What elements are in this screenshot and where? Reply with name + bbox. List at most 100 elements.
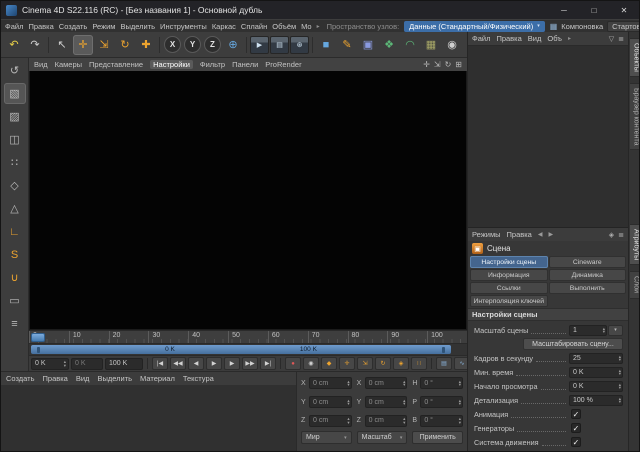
preview-start-field[interactable]: 0 K (569, 381, 623, 392)
current-frame-field[interactable]: 0 K (31, 358, 69, 370)
fps-field[interactable]: 25 (569, 353, 623, 364)
minimize-button[interactable]: ─ (549, 1, 579, 19)
om-menu-file[interactable]: Файл (472, 34, 490, 43)
stepper-icon[interactable] (347, 417, 349, 424)
vp-menu-display[interactable]: Представление (89, 60, 143, 69)
tab-key-interpolation[interactable]: Интерполяция ключей (470, 295, 548, 307)
goto-start-button[interactable]: |◀ (152, 357, 168, 370)
tab-dynamics[interactable]: Динамика (549, 269, 627, 281)
render-settings-icon[interactable]: ⊛ (290, 36, 309, 54)
stepper-icon[interactable] (459, 380, 461, 387)
view-layout-icon[interactable]: ⊞ (455, 60, 462, 69)
menu-file[interactable]: Файл (5, 22, 23, 31)
menu-overflow-icon[interactable]: ▸ (317, 23, 320, 30)
preview-start-field[interactable]: 0 K (71, 358, 103, 370)
size-z-field[interactable]: 0 cm (365, 415, 408, 427)
section-header[interactable]: Настройки сцены (468, 308, 628, 321)
position-y-field[interactable]: 0 cm (309, 396, 352, 408)
view-zoom-icon[interactable]: ⇲ (434, 60, 441, 69)
filter-icon[interactable]: ▽ (609, 35, 614, 43)
tab-cineware[interactable]: Cineware (549, 256, 627, 268)
record-rotation-toggle[interactable]: ↻ (375, 357, 391, 370)
rotate-tool-icon[interactable]: ↻ (115, 35, 135, 55)
mat-menu-select[interactable]: Выделить (97, 374, 132, 383)
play-button[interactable]: ▶ (206, 357, 222, 370)
stepper-icon[interactable] (403, 399, 405, 406)
om-menu-edit[interactable]: Правка (496, 34, 521, 43)
motion-system-checkbox[interactable]: ✓ (571, 437, 581, 447)
menu-mode[interactable]: Режим (92, 22, 115, 31)
record-scale-toggle[interactable]: ⇲ (357, 357, 373, 370)
magnet-snap-icon[interactable]: ∪ (4, 267, 26, 288)
layout-select[interactable]: Стартовая (607, 21, 640, 32)
timeline-ruler[interactable]: 0 10 20 30 40 50 60 70 80 90 100 (29, 330, 467, 343)
tab-referencing[interactable]: Ссылки (470, 282, 548, 294)
tab-todo[interactable]: Выполнить (549, 282, 627, 294)
camera-object-icon[interactable]: ◉ (442, 35, 462, 55)
undo-icon[interactable]: ↶ (4, 35, 24, 55)
scale-unit-select[interactable] (608, 325, 623, 336)
view-rotate-icon[interactable]: ↻ (445, 60, 452, 69)
position-z-field[interactable]: 0 cm (309, 415, 352, 427)
material-list-area[interactable] (1, 385, 296, 451)
vp-menu-view[interactable]: Вид (34, 60, 48, 69)
preview-range-slider[interactable]: 0 K 100 K (31, 345, 451, 354)
polygons-mode-icon[interactable]: △ (4, 198, 26, 219)
rotation-b-field[interactable]: 0 ° (420, 415, 463, 427)
tab-information[interactable]: Информация (470, 269, 548, 281)
render-picture-viewer-icon[interactable]: ▤ (270, 36, 289, 54)
panel-menu-icon[interactable]: ≣ (618, 35, 624, 43)
menu-tools[interactable]: Инструменты (160, 22, 207, 31)
workplane-mode-icon[interactable]: ◫ (4, 129, 26, 150)
menu-mograph[interactable]: Mo (301, 22, 311, 31)
stepper-icon[interactable] (459, 417, 461, 424)
move-tool-icon[interactable]: ✛ (73, 35, 93, 55)
render-view-icon[interactable]: ▶ (250, 36, 269, 54)
animation-checkbox[interactable]: ✓ (571, 409, 581, 419)
timeline-playhead[interactable] (31, 333, 45, 342)
size-y-field[interactable]: 0 cm (365, 396, 408, 408)
viewport-canvas[interactable] (29, 71, 467, 330)
menu-create[interactable]: Создать (59, 22, 88, 31)
edges-mode-icon[interactable]: ◇ (4, 175, 26, 196)
stepper-icon[interactable] (619, 355, 621, 362)
stepper-icon[interactable] (64, 360, 66, 367)
vp-menu-panels[interactable]: Панели (232, 60, 258, 69)
generators-checkbox[interactable]: ✓ (571, 423, 581, 433)
stepper-icon[interactable] (347, 380, 349, 387)
modeling-settings-icon[interactable]: ≡ (4, 313, 26, 334)
menu-edit[interactable]: Правка (28, 22, 53, 31)
tab-project-settings[interactable]: Настройки сцены (470, 256, 548, 268)
close-button[interactable]: ✕ (609, 1, 639, 19)
view-move-icon[interactable]: ✛ (423, 60, 430, 69)
workplane-lock-icon[interactable]: ▭ (4, 290, 26, 311)
goto-end-button[interactable]: ▶| (260, 357, 276, 370)
vp-menu-filter[interactable]: Фильтр (200, 60, 225, 69)
rotation-p-field[interactable]: 0 ° (420, 396, 463, 408)
om-menu-view[interactable]: Вид (528, 34, 542, 43)
project-scale-field[interactable]: 1 (569, 325, 607, 336)
am-menu-modes[interactable]: Режимы (472, 230, 501, 239)
stepper-icon[interactable] (459, 399, 461, 406)
make-editable-icon[interactable]: ↺ (4, 60, 26, 81)
preview-end-field[interactable]: 100 K (105, 358, 143, 370)
record-position-toggle[interactable]: ✛ (339, 357, 355, 370)
snap-toggle-icon[interactable]: S (4, 244, 26, 265)
redo-icon[interactable]: ↷ (25, 35, 45, 55)
coord-system-icon[interactable]: ⊕ (223, 35, 243, 55)
autokey-toggle[interactable]: ◉ (303, 357, 319, 370)
mat-menu-texture[interactable]: Текстура (183, 374, 214, 383)
stepper-icon[interactable] (403, 417, 405, 424)
floor-object-icon[interactable]: ▦ (421, 35, 441, 55)
stepper-icon[interactable] (347, 399, 349, 406)
history-forward-icon[interactable]: ▶ (548, 231, 553, 238)
stepper-icon[interactable] (619, 397, 621, 404)
size-x-field[interactable]: 0 cm (365, 377, 408, 389)
timeline-window-icon[interactable]: ▤ (436, 357, 452, 370)
record-parameter-toggle[interactable]: ◈ (393, 357, 409, 370)
min-time-field[interactable]: 0 K (569, 367, 623, 378)
z-axis-toggle-icon[interactable]: Z (204, 36, 221, 53)
dock-tab-layers[interactable]: Слои (630, 271, 640, 298)
scale-tool-icon[interactable]: ⇲ (94, 35, 114, 55)
lock-icon[interactable]: ◈ (609, 231, 614, 239)
